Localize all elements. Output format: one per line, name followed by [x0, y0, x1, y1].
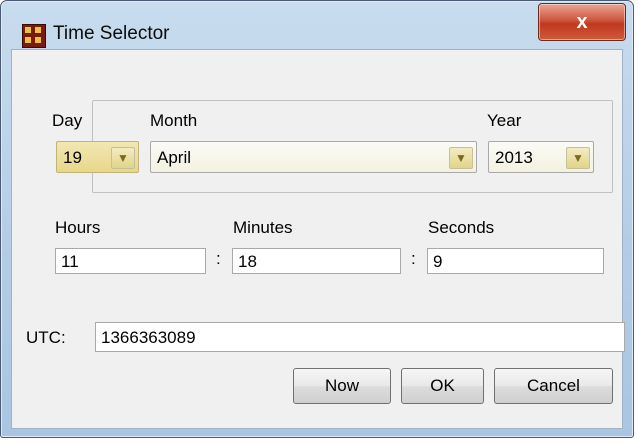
window-title: Time Selector	[53, 23, 170, 44]
utc-input-value: 1366363089	[101, 328, 196, 347]
time-separator: :	[216, 249, 221, 268]
year-select-value: 2013	[495, 148, 533, 167]
ok-button[interactable]: OK	[401, 368, 484, 404]
chevron-down-icon[interactable]: ▼	[111, 147, 135, 169]
chevron-down-icon[interactable]: ▼	[566, 147, 590, 169]
minutes-input-value: 18	[238, 252, 257, 271]
month-select-value: April	[157, 148, 192, 167]
close-icon: x	[576, 10, 588, 33]
month-label: Month	[150, 111, 198, 130]
app-icon	[22, 24, 46, 48]
utc-label: UTC:	[26, 328, 66, 347]
day-select[interactable]: 19 ▼	[56, 141, 139, 173]
year-label: Year	[487, 111, 522, 130]
minutes-label: Minutes	[233, 218, 293, 237]
title-bar[interactable]: Time Selector x	[1, 1, 633, 49]
month-select[interactable]: April ▼	[150, 141, 477, 173]
minutes-input[interactable]: 18	[232, 248, 401, 274]
time-separator: :	[411, 249, 416, 268]
hours-input[interactable]: 11	[55, 248, 206, 274]
now-button[interactable]: Now	[293, 368, 391, 404]
seconds-label: Seconds	[428, 218, 495, 237]
utc-input[interactable]: 1366363089	[95, 322, 625, 352]
chevron-down-icon[interactable]: ▼	[449, 147, 473, 169]
hours-label: Hours	[55, 218, 101, 237]
seconds-input[interactable]: 9	[427, 248, 604, 274]
cancel-button[interactable]: Cancel	[494, 368, 613, 404]
year-select[interactable]: 2013 ▼	[488, 141, 594, 173]
seconds-input-value: 9	[433, 252, 443, 271]
close-button[interactable]: x	[538, 3, 626, 41]
day-select-value: 19	[63, 148, 82, 167]
hours-input-value: 11	[61, 252, 79, 271]
day-label: Day	[52, 111, 83, 130]
